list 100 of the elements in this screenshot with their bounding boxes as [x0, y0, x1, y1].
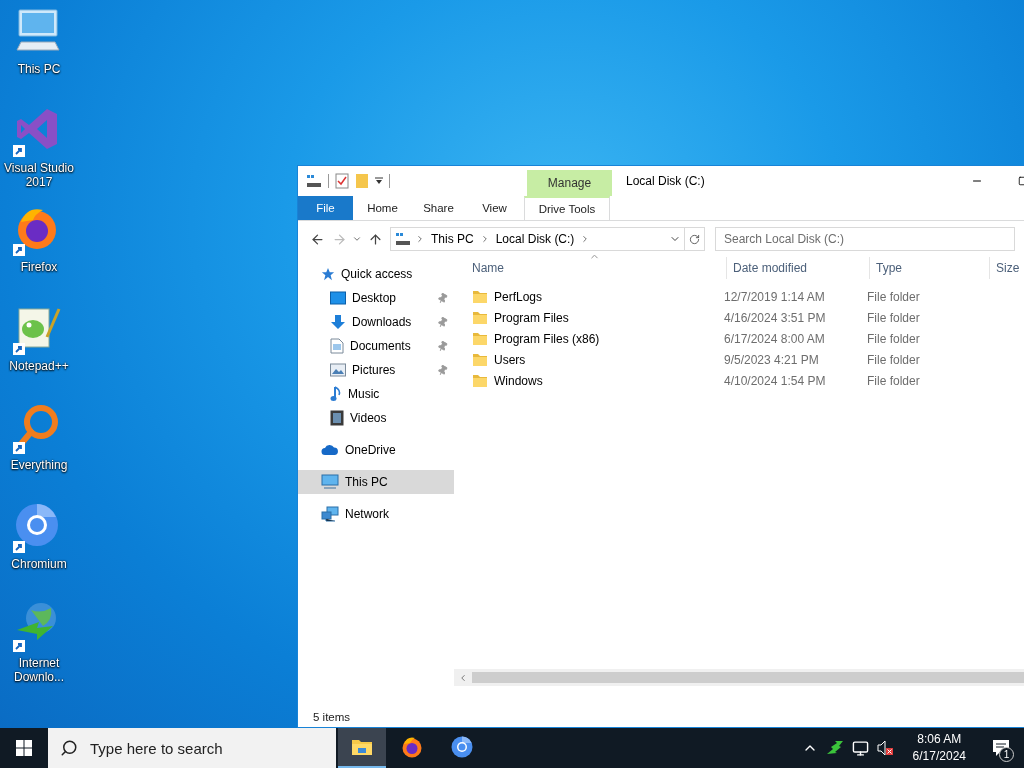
type-cell-text: File folder	[867, 289, 921, 304]
type-cell-text: File folder	[867, 331, 921, 346]
date-cell-text: 12/7/2019 1:14 AM	[724, 289, 826, 304]
drive-icon[interactable]	[306, 174, 322, 188]
desktop-icon-label[interactable]: Visual Studio 2017	[1, 161, 77, 189]
scroll-left-icon[interactable]	[458, 672, 468, 683]
star-icon	[321, 267, 335, 281]
date-cell-text: 6/17/2024 8:00 AM	[724, 331, 826, 346]
ribbon-tab[interactable]: Share	[412, 196, 465, 220]
file-name: Program Files	[494, 310, 569, 325]
file-name: PerfLogs	[494, 289, 543, 304]
forward-arrow-icon	[331, 231, 347, 247]
taskbar-app[interactable]	[338, 728, 386, 768]
dropdown-icon[interactable]	[375, 177, 383, 185]
folder-icon	[472, 373, 488, 388]
nav-item[interactable]: Downloads	[298, 310, 454, 334]
shortcut-arrow-icon	[13, 343, 25, 355]
desktop-shortcut[interactable]: Visual Studio 2017	[0, 105, 78, 204]
nav-item[interactable]: Quick access	[298, 262, 454, 286]
desktop-shortcut[interactable]: Firefox	[0, 204, 78, 303]
desktop-icon-label[interactable]: Internet Downlo...	[1, 656, 77, 684]
file-row[interactable]: Users 9/5/2023 4:21 PM File folder	[472, 349, 1024, 370]
nav-item[interactable]: Music	[298, 382, 454, 406]
desktop-icon-label[interactable]: Chromium	[1, 557, 77, 571]
nav-item[interactable]: Videos	[298, 406, 454, 430]
desktop-icon	[330, 291, 346, 305]
pin-icon[interactable]	[435, 362, 450, 378]
refresh-icon	[689, 233, 700, 245]
network-icon	[321, 506, 339, 522]
file-row[interactable]: Program Files 4/16/2024 3:51 PM File folder	[472, 307, 1024, 328]
desktop-shortcut[interactable]: This PC	[0, 6, 78, 105]
fox-globe-icon	[400, 735, 424, 759]
computer-icon	[321, 474, 339, 490]
desktop-icon-label[interactable]: Everything	[1, 458, 77, 472]
pin-icon[interactable]	[435, 338, 450, 354]
shortcut-arrow-icon	[13, 640, 25, 652]
ribbon-tab[interactable]: File	[298, 196, 353, 220]
nav-item[interactable]: Network	[298, 502, 454, 526]
pin-icon[interactable]	[435, 290, 450, 306]
nav-item[interactable]: OneDrive	[298, 438, 454, 462]
folder-icon	[472, 352, 488, 367]
search-input[interactable]: Type here to search	[88, 738, 308, 758]
browser-ring-icon	[450, 735, 474, 759]
status-text: 5 items	[313, 711, 351, 723]
file-name: Windows	[494, 373, 543, 388]
file-name: Users	[494, 352, 526, 367]
wired-network-icon[interactable]	[851, 739, 869, 757]
desktop-shortcut[interactable]: Notepad++	[0, 303, 78, 402]
breadcrumb[interactable]: Local Disk (C:)	[493, 232, 577, 246]
network-activity-icon[interactable]	[825, 740, 844, 756]
checklist-page-icon[interactable]	[335, 173, 349, 189]
cloud-icon	[321, 444, 339, 456]
column-header[interactable]: Name	[466, 257, 726, 279]
chevron-right-icon[interactable]	[415, 234, 425, 244]
caret-icon	[352, 234, 362, 244]
taskbar-search-field[interactable]: Type here to search	[48, 728, 336, 768]
file-row[interactable]: Program Files (x86) 6/17/2024 8:00 AM File folder	[472, 328, 1024, 349]
date-cell-text: 4/10/2024 1:54 PM	[724, 373, 827, 388]
ribbon-tab[interactable]: Drive Tools	[524, 196, 610, 220]
nav-item[interactable]: Desktop	[298, 286, 454, 310]
desktop-icon-label[interactable]: Firefox	[1, 260, 77, 274]
column-header[interactable]: Size	[989, 257, 1024, 279]
nav-item[interactable]: Pictures	[298, 358, 454, 382]
notification-button[interactable]: 1	[984, 728, 1018, 768]
shortcut-arrow-icon	[13, 541, 25, 553]
ribbon-tab[interactable]: Home	[356, 196, 409, 220]
desktop-icon-label[interactable]: Notepad++	[1, 359, 77, 373]
clock-time[interactable]: 8:06 AM	[917, 731, 962, 748]
computer-icon	[13, 6, 61, 54]
address-bar[interactable]: This PC Local Disk (C:)	[390, 227, 685, 251]
music-note-icon	[330, 386, 342, 402]
column-header[interactable]: Type	[869, 257, 989, 279]
type-cell-text: File folder	[867, 352, 921, 367]
shortcut-arrow-icon	[13, 244, 25, 256]
file-row[interactable]: PerfLogs 12/7/2019 1:14 AM File folder	[472, 286, 1024, 307]
date-cell-text: 4/16/2024 3:51 PM	[724, 310, 827, 325]
refresh-button[interactable]	[685, 227, 705, 251]
speaker-muted-icon[interactable]	[876, 740, 895, 756]
nav-item[interactable]: This PC	[298, 470, 454, 494]
date-cell-text: 9/5/2023 4:21 PM	[724, 352, 820, 367]
shortcut-arrow-icon	[13, 145, 25, 157]
search-field[interactable]: Search Local Disk (C:)	[715, 227, 1015, 251]
search-icon	[60, 739, 78, 757]
desktop-shortcut[interactable]: Everything	[0, 402, 78, 501]
desktop-icon-label[interactable]: This PC	[1, 62, 77, 76]
folder-icon	[472, 289, 488, 304]
context-tab-header: Manage	[527, 170, 612, 196]
column-header[interactable]: Date modified	[726, 257, 869, 279]
desktop-shortcut[interactable]: Chromium	[0, 501, 78, 600]
clock-date[interactable]: 6/17/2024	[912, 748, 966, 765]
nav-item[interactable]: Documents	[298, 334, 454, 358]
pin-icon[interactable]	[435, 314, 450, 330]
folder-icon	[472, 310, 488, 325]
breadcrumb[interactable]: This PC	[429, 232, 476, 246]
picture-icon	[330, 363, 346, 377]
desktop-shortcut[interactable]: Internet Downlo...	[0, 600, 78, 699]
ribbon-tab[interactable]: View	[468, 196, 521, 220]
file-name: Program Files (x86)	[494, 331, 600, 346]
file-row[interactable]: Windows 4/10/2024 1:54 PM File folder	[472, 370, 1024, 391]
shortcut-arrow-icon	[13, 442, 25, 454]
